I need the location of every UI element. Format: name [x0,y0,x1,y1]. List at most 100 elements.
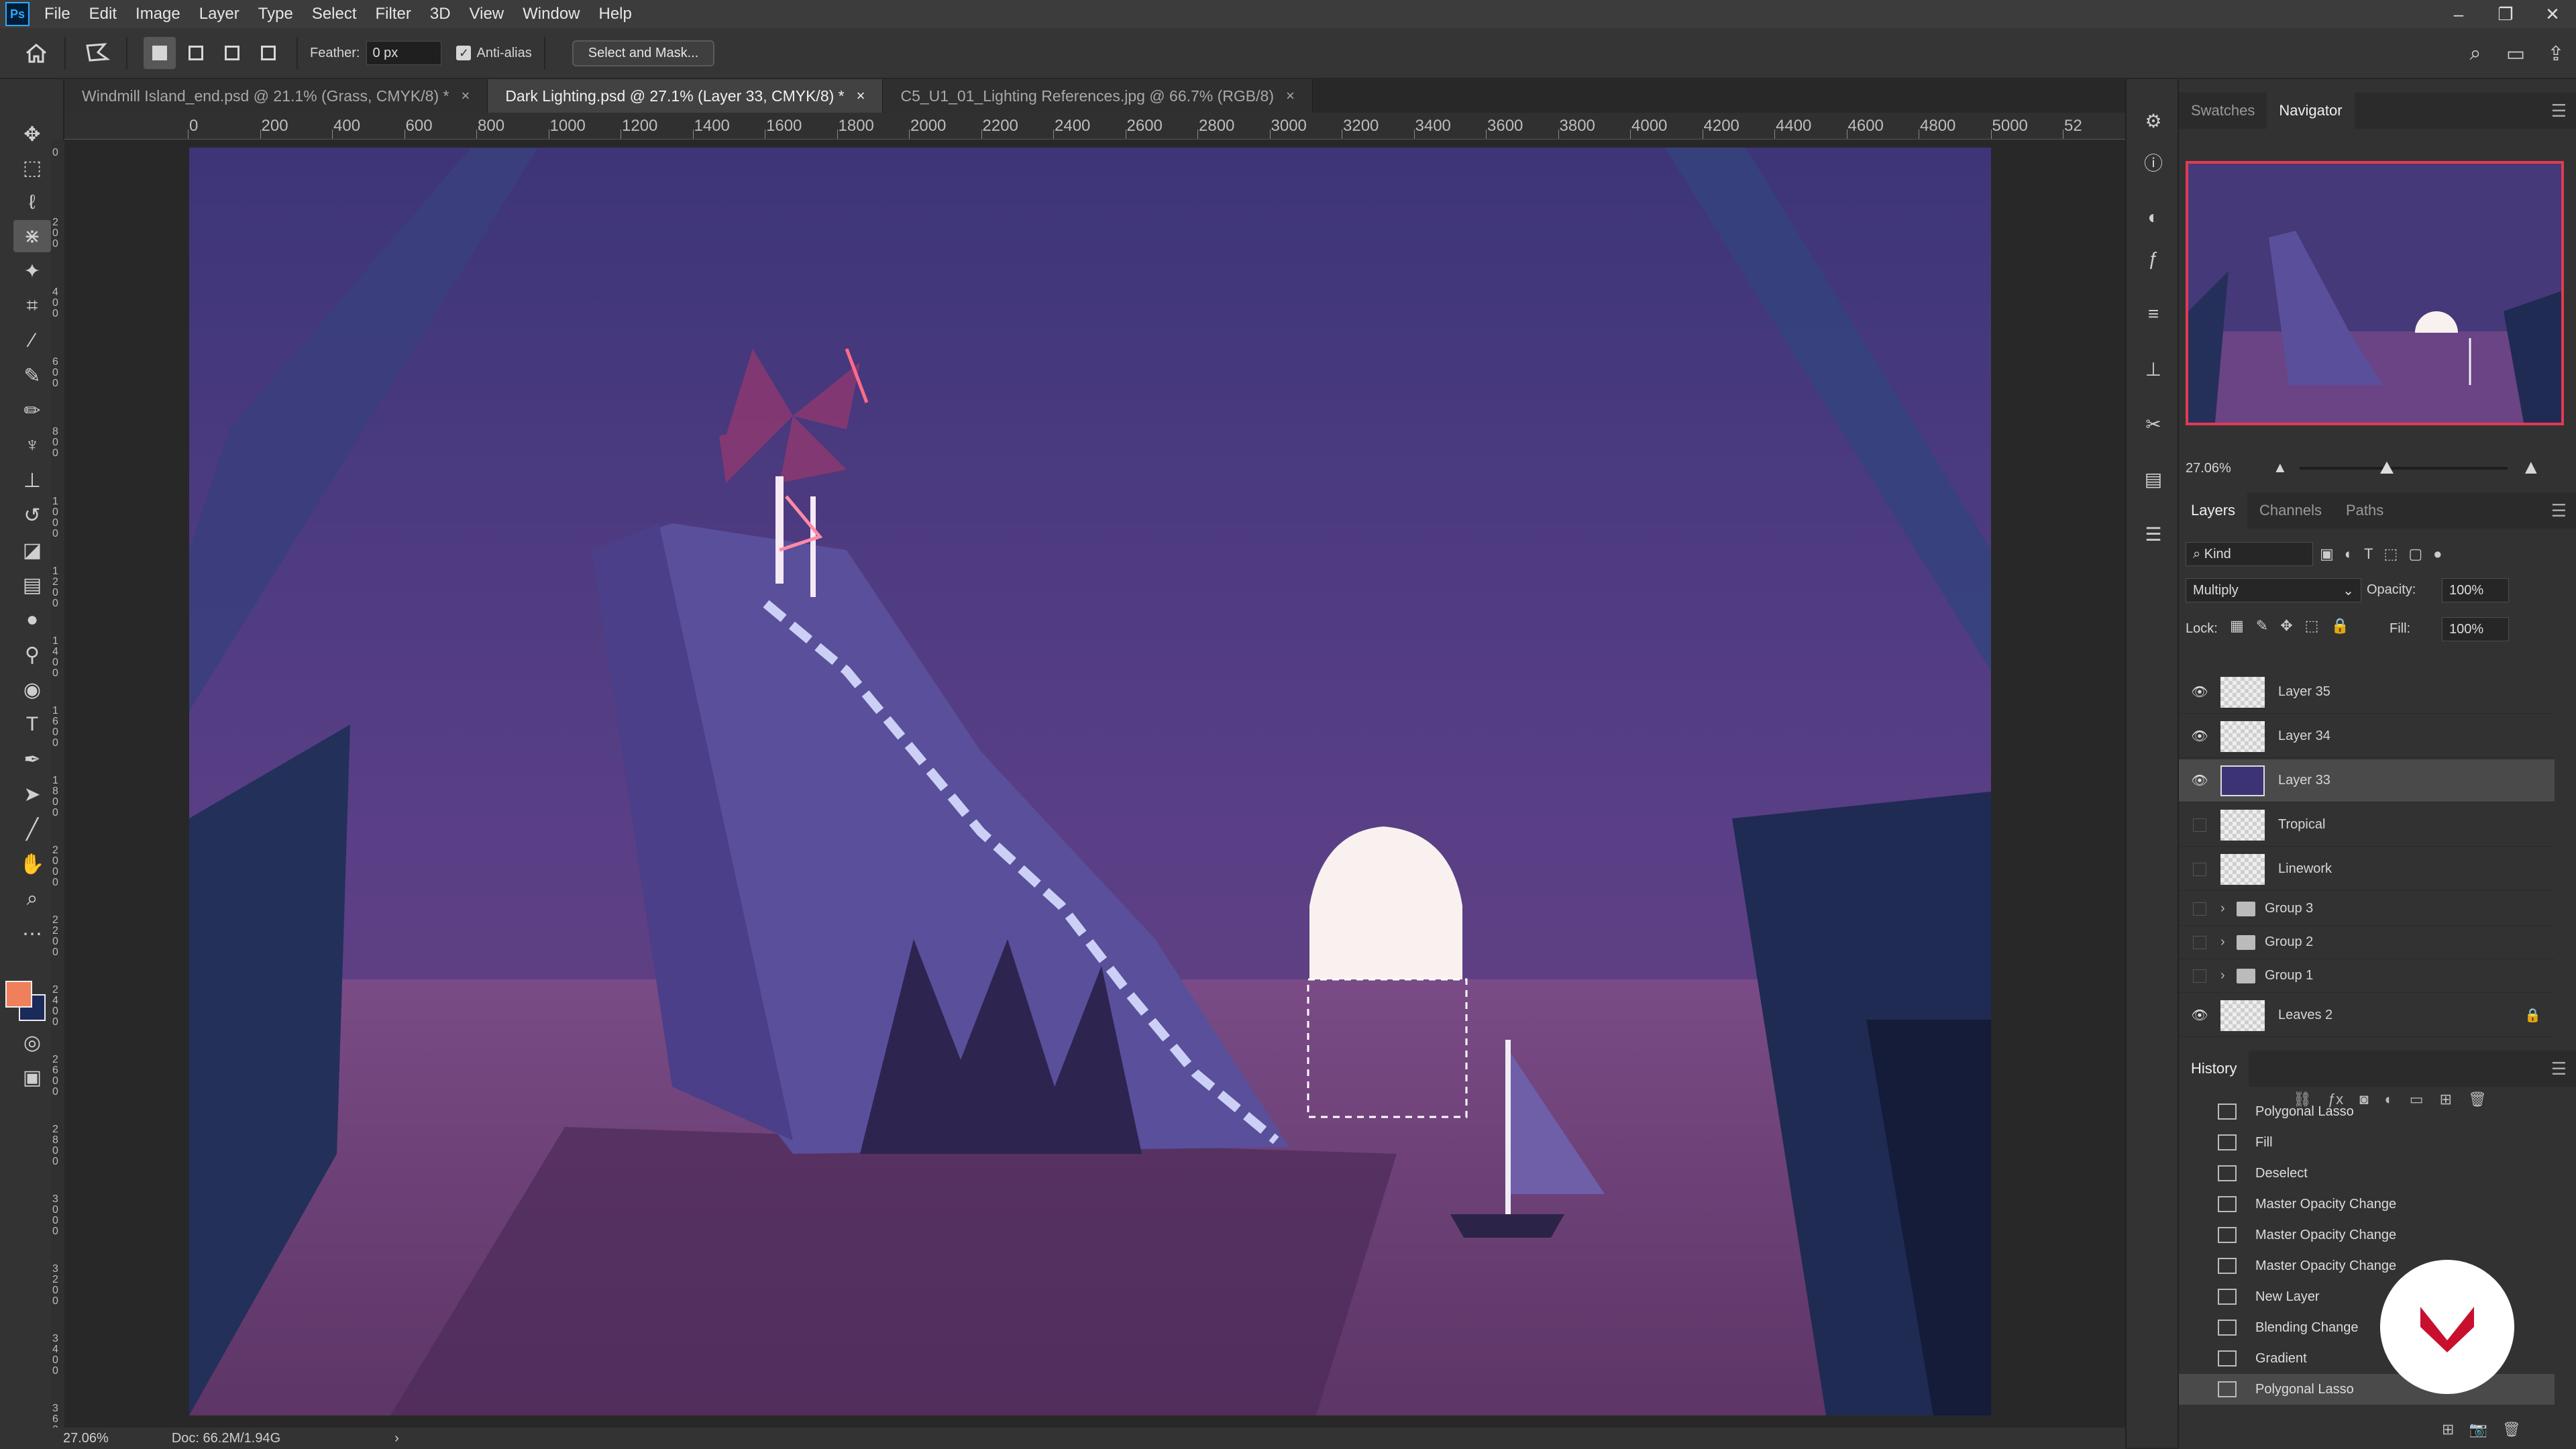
history-item[interactable]: Master Opacity Change [2179,1189,2555,1220]
tab-lighting-references[interactable]: C5_U1_01_Lighting References.jpg @ 66.7%… [883,79,1313,113]
canvas-area[interactable] [64,140,2114,1428]
zoom-in-icon[interactable]: ▲ [2521,456,2541,479]
adjustment-filter-icon[interactable]: ◐ [2345,545,2353,563]
visibility-toggle-empty[interactable] [2179,818,2220,832]
tab-layers[interactable]: Layers [2179,492,2248,529]
history-item[interactable]: Master Opacity Change [2179,1250,2555,1281]
menu-3d[interactable]: 3D [421,5,460,23]
status-arrow-icon[interactable]: › [394,1431,399,1446]
tab-channels[interactable]: Channels [2247,492,2334,529]
properties-icon[interactable]: ⚙ [2139,106,2168,136]
history-brush-tool-icon[interactable]: ↺ [13,499,51,531]
visibility-eye-icon[interactable]: 👁 [2179,684,2220,700]
fill-input[interactable]: 100% [2442,617,2509,641]
gradient-tool-icon[interactable]: ▤ [13,569,51,601]
visibility-eye-icon[interactable]: 👁 [2179,728,2220,745]
subtract-from-selection-icon[interactable] [216,37,248,69]
select-and-mask-button[interactable]: Select and Mask... [572,40,715,66]
new-selection-icon[interactable] [144,37,176,69]
expand-chevron-icon[interactable]: › [2220,934,2237,950]
layer-row-group-2[interactable]: › Group 2 [2179,926,2555,959]
move-tool-icon[interactable]: ✥ [13,118,51,150]
history-item-current[interactable]: Polygonal Lasso [2179,1374,2555,1405]
marquee-tool-icon[interactable]: ⬚ [13,152,51,184]
lock-artboard-icon[interactable]: ⬚ [2305,617,2319,637]
menu-select[interactable]: Select [303,5,366,23]
workspace-icon[interactable]: ▭ [2496,42,2536,66]
expand-chevron-icon[interactable]: › [2220,901,2237,916]
layer-row-group-1[interactable]: › Group 1 [2179,959,2555,993]
lasso-tool-icon[interactable]: ℓ [13,186,51,219]
navigator-zoom-value[interactable]: 27.06% [2186,461,2231,476]
filter-toggle-icon[interactable]: ● [2433,545,2442,563]
pixel-filter-icon[interactable]: ▣ [2320,545,2334,563]
quick-mask-icon[interactable]: ◎ [13,1026,51,1059]
type-tool-icon[interactable]: T [13,708,51,741]
layer-row-layer-33[interactable]: 👁 Layer 33 [2179,759,2555,802]
history-item[interactable]: Polygonal Lasso [2179,1096,2555,1127]
intersect-selection-icon[interactable] [252,37,284,69]
layer-row-leaves-2[interactable]: 👁 Leaves 2 🔒 [2179,994,2555,1037]
swap-colors-icon[interactable] [7,963,25,982]
foreground-color-swatch[interactable] [5,981,32,1008]
brush-tool-icon[interactable]: ✎ [13,360,51,392]
tab-history[interactable]: History [2179,1051,2249,1087]
more-tools-icon[interactable]: ⋯ [13,918,51,950]
new-document-from-state-icon[interactable]: ⊞ [2442,1421,2454,1438]
visibility-eye-icon[interactable]: 👁 [2179,772,2220,789]
expand-chevron-icon[interactable]: › [2220,968,2237,983]
zoom-out-icon[interactable]: ▲ [2273,459,2288,476]
tab-swatches[interactable]: Swatches [2179,93,2267,129]
tab-windmill-island[interactable]: Windmill Island_end.psd @ 21.1% (Grass, … [64,79,488,113]
layer-row-tropical[interactable]: Tropical [2179,804,2555,847]
restore-icon[interactable]: ❐ [2482,0,2529,28]
layer-row-layer-34[interactable]: 👁 Layer 34 [2179,715,2555,758]
feather-input[interactable]: 0 px [366,41,442,65]
polygonal-lasso-tool-icon[interactable]: ⋇ [13,220,51,252]
magic-wand-tool-icon[interactable]: ✦ [13,255,51,287]
blur-tool-icon[interactable]: ● [13,604,51,636]
tab-navigator[interactable]: Navigator [2267,93,2355,129]
pencil-tool-icon[interactable]: ✏ [13,394,51,427]
lock-all-icon[interactable]: 🔒 [2330,617,2349,637]
photoshop-logo-icon[interactable]: Ps [5,2,30,26]
menu-view[interactable]: View [460,5,514,23]
menu-edit[interactable]: Edit [80,5,126,23]
zoom-tool-icon[interactable]: ⌕ [13,883,51,915]
clone-stamp-tool-icon[interactable]: ⊥ [13,464,51,496]
snapshot-icon[interactable]: 📷 [2469,1421,2487,1438]
zoom-slider[interactable] [2300,462,2508,474]
dodge-tool-icon[interactable]: ⚲ [13,639,51,671]
opacity-input[interactable]: 100% [2442,578,2509,602]
crop-tool-icon[interactable]: ⌗ [13,290,51,322]
add-to-selection-icon[interactable] [180,37,212,69]
brush-settings-icon[interactable]: ≡ [2139,299,2168,329]
menu-type[interactable]: Type [249,5,303,23]
menu-file[interactable]: File [35,5,80,23]
visibility-eye-icon[interactable]: 👁 [2179,1007,2220,1024]
panel-menu-icon[interactable]: ☰ [2551,101,2567,121]
screen-mode-icon[interactable]: ▣ [13,1061,51,1093]
adjustments-icon[interactable]: ◐ [2139,203,2168,232]
history-item[interactable]: Deselect [2179,1158,2555,1189]
visibility-toggle-empty[interactable] [2179,862,2220,876]
path-selection-tool-icon[interactable]: ➤ [13,778,51,810]
panel-menu-icon[interactable]: ☰ [2551,1059,2567,1079]
minimize-icon[interactable]: – [2435,0,2482,28]
styles-fx-icon[interactable]: ƒ [2139,244,2168,274]
search-icon[interactable]: ⌕ [2455,42,2496,65]
layer-row-layer-35[interactable]: 👁 Layer 35 [2179,671,2555,714]
home-icon[interactable] [20,37,52,69]
3d-tool-icon[interactable]: ◉ [13,674,51,706]
polygonal-lasso-tool-preset-icon[interactable] [82,37,114,69]
layer-comps-icon[interactable]: ☰ [2139,519,2168,549]
visibility-toggle-empty[interactable] [2179,969,2220,983]
close-icon[interactable]: ✕ [2529,0,2576,28]
history-item[interactable]: Master Opacity Change [2179,1220,2555,1250]
hand-tool-icon[interactable]: ✋ [13,848,51,880]
share-icon[interactable]: ⇪ [2536,42,2576,66]
layer-filter-kind[interactable]: ⌕ Kind [2186,542,2313,566]
blend-mode-select[interactable]: Multiply ⌄ [2186,578,2361,602]
visibility-toggle-empty[interactable] [2179,935,2220,949]
pen-tool-icon[interactable]: ✒ [13,743,51,775]
